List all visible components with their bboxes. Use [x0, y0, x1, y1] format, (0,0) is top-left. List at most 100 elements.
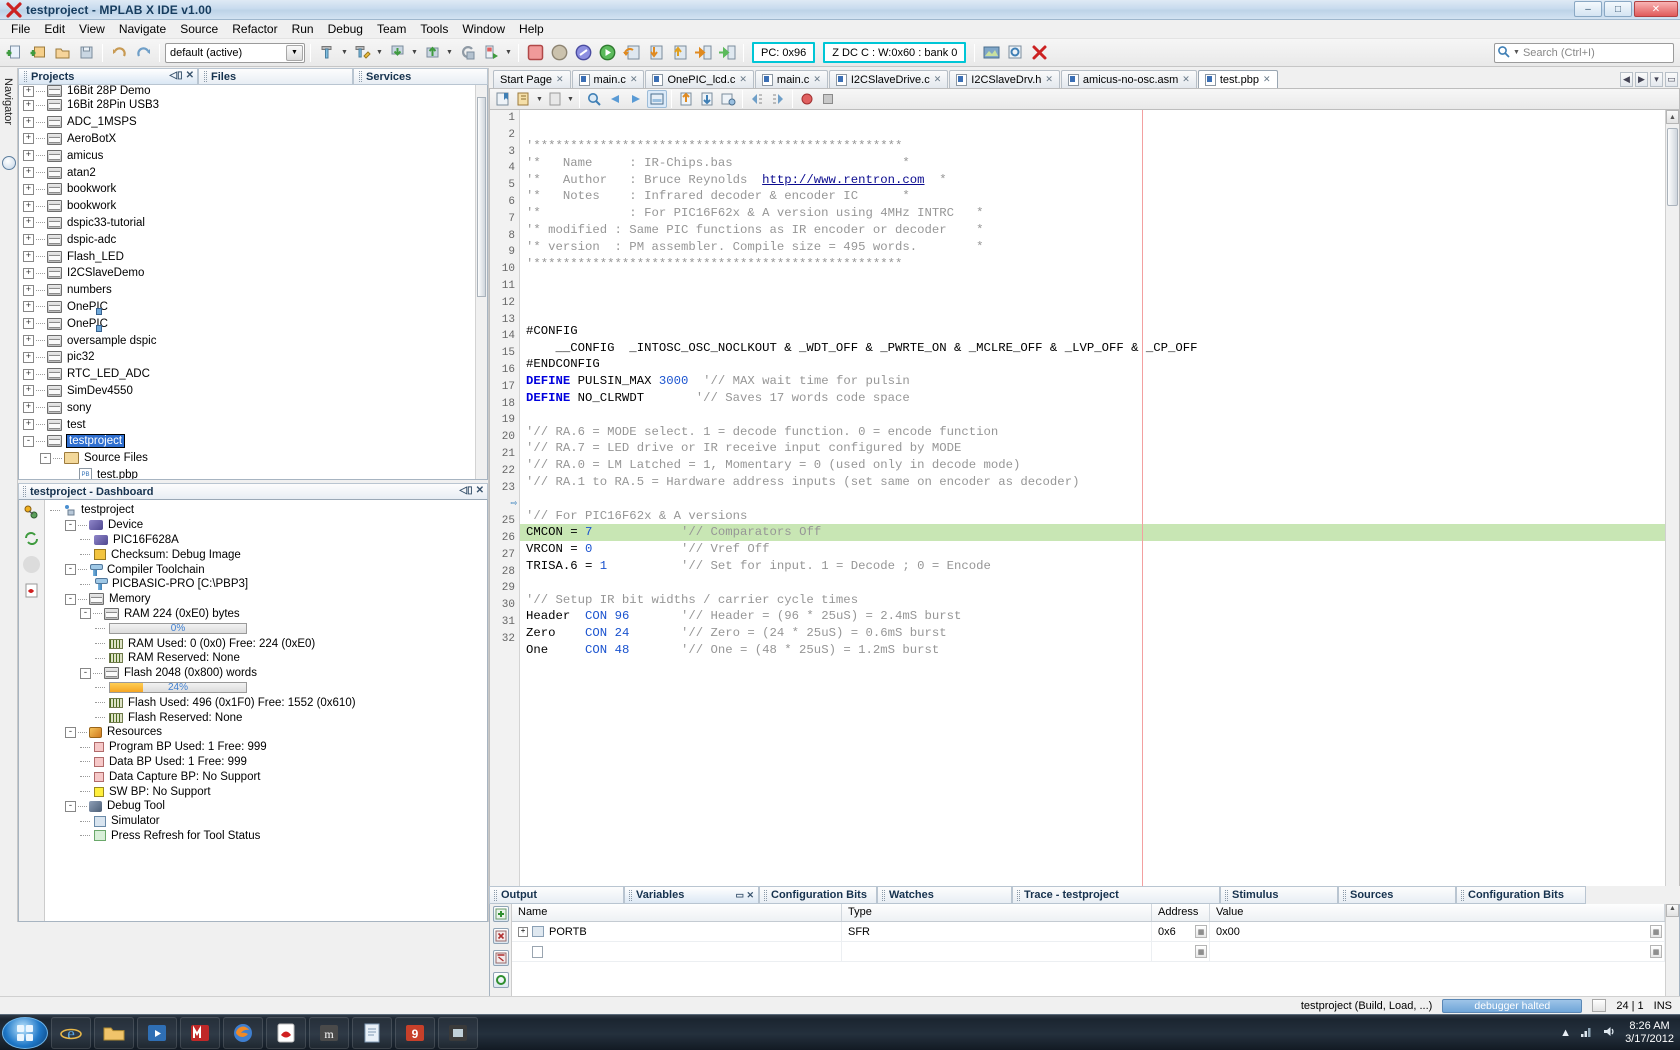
- tree-expander-icon[interactable]: +: [23, 86, 34, 97]
- set-pc-at-cursor-icon[interactable]: [716, 42, 738, 64]
- bottom-tab-variables[interactable]: Variables▭ ✕: [624, 886, 759, 904]
- code-line[interactable]: Zero CON 24 '// Zero = (24 * 25uS) = 0.6…: [520, 625, 1665, 642]
- shift-right-icon[interactable]: [697, 90, 717, 108]
- bottom-tab-sources[interactable]: Sources: [1338, 886, 1456, 904]
- tree-expander-icon[interactable]: -: [23, 436, 34, 447]
- editor-tab-test-pbp[interactable]: test.pbp✕: [1198, 70, 1278, 88]
- maximize-editor-icon[interactable]: ▭: [1665, 72, 1678, 87]
- project-tree-row[interactable]: +ADC_1MSPS: [19, 114, 487, 131]
- dashboard-close-icon[interactable]: ✕: [476, 485, 484, 496]
- close-button[interactable]: ✕: [1634, 1, 1678, 17]
- dashboard-tree[interactable]: testproject-DevicePIC16F628AChecksum: De…: [45, 500, 487, 921]
- step-out-icon[interactable]: [668, 42, 690, 64]
- dashboard-expander-icon[interactable]: -: [65, 727, 76, 738]
- code-line[interactable]: '* Author : Bruce Reynolds http://www.re…: [520, 172, 1665, 189]
- code-line[interactable]: '// RA.0 = LM Latched = 1, Momentary = 0…: [520, 457, 1665, 474]
- code-line[interactable]: __CONFIG _INTOSC_OSC_NOCLKOUT & _WDT_OFF…: [520, 340, 1665, 357]
- toggle-bookmark-icon[interactable]: [493, 90, 513, 108]
- program-dropdown-icon[interactable]: ▼: [445, 42, 454, 64]
- dashboard-tree-row[interactable]: Simulator: [48, 814, 487, 829]
- pickit-taskbar-icon[interactable]: 9: [395, 1017, 435, 1049]
- refresh-debug-icon[interactable]: [456, 42, 478, 64]
- reset-dropdown-icon[interactable]: ▼: [504, 42, 513, 64]
- code-line[interactable]: '* Notes : Infrared decoder & encoder IC…: [520, 188, 1665, 205]
- left-panel-tabs[interactable]: Projects ◁▯ ✕ Files Services: [18, 68, 488, 85]
- project-tree-row[interactable]: +Flash_LED: [19, 248, 487, 265]
- redo-icon[interactable]: [132, 42, 154, 64]
- close-tab-icon[interactable]: ✕: [1263, 74, 1271, 85]
- pdf-datasheet-icon[interactable]: [23, 582, 40, 599]
- menu-bar[interactable]: File Edit View Navigate Source Refactor …: [0, 20, 1680, 39]
- code-line[interactable]: CMCON = 7 '// Comparators Off: [520, 524, 1665, 541]
- code-line[interactable]: [520, 306, 1665, 323]
- tree-expander-icon[interactable]: +: [23, 133, 34, 144]
- run-to-cursor-icon[interactable]: [692, 42, 714, 64]
- memory-view-icon[interactable]: [980, 42, 1002, 64]
- project-tree-row[interactable]: -testproject: [19, 433, 487, 450]
- stop-debug-icon[interactable]: [1028, 42, 1050, 64]
- project-tree-row[interactable]: +OnePIC: [19, 315, 487, 332]
- tree-expander-icon[interactable]: +: [23, 117, 34, 128]
- find-previous-icon[interactable]: [605, 90, 625, 108]
- projects-scrollbar-thumb[interactable]: [477, 97, 486, 297]
- mplab-taskbar-icon[interactable]: [180, 1017, 220, 1049]
- dashboard-tree-row[interactable]: Program BP Used: 1 Free: 999: [48, 740, 487, 755]
- hold-in-reset-icon[interactable]: [480, 42, 502, 64]
- dashboard-tree-row[interactable]: Flash Used: 496 (0x1F0) Free: 1552 (0x61…: [48, 695, 487, 710]
- close-tab-icon[interactable]: ✕: [630, 74, 638, 85]
- make-dropdown-icon[interactable]: ▼: [410, 42, 419, 64]
- project-tree-row[interactable]: +oversample dspic: [19, 332, 487, 349]
- halt-icon[interactable]: [524, 42, 546, 64]
- dashboard-tree-row[interactable]: -Memory: [48, 592, 487, 607]
- minimize-button[interactable]: –: [1574, 1, 1602, 17]
- tree-expander-icon[interactable]: +: [23, 100, 34, 111]
- maximize-button[interactable]: □: [1604, 1, 1632, 17]
- project-tree-row[interactable]: PBtest.pbp: [19, 467, 487, 480]
- code-line[interactable]: '* : For PIC16F62x & A version using 4MH…: [520, 205, 1665, 222]
- tree-expander-icon[interactable]: +: [23, 301, 34, 312]
- dashboard-header-buttons[interactable]: ◁▯ ✕: [459, 485, 484, 496]
- dashboard-tree-row[interactable]: -Compiler Toolchain: [48, 562, 487, 577]
- stop-icon[interactable]: [818, 90, 838, 108]
- dashboard-tree-row[interactable]: PIC16F628A: [48, 533, 487, 548]
- bottom-tab-stimulus[interactable]: Stimulus: [1220, 886, 1338, 904]
- search-input-placeholder[interactable]: Search (Ctrl+I): [1523, 47, 1595, 59]
- project-tree-row[interactable]: +dspic-adc: [19, 231, 487, 248]
- explorer-taskbar-icon[interactable]: [94, 1017, 134, 1049]
- dashboard-tree-row[interactable]: RAM Used: 0 (0x0) Free: 224 (0xE0): [48, 636, 487, 651]
- new-file-icon[interactable]: [3, 42, 25, 64]
- project-tree-row[interactable]: +16Bit 28Pin USB3: [19, 97, 487, 114]
- project-tree-row[interactable]: +test: [19, 416, 487, 433]
- dashboard-tree-row[interactable]: -Device: [48, 518, 487, 533]
- minimize-panel-icon[interactable]: ◁▯: [169, 70, 182, 81]
- project-tree-row[interactable]: +RTC_LED_ADC: [19, 366, 487, 383]
- address-edit-icon[interactable]: ▦: [1195, 945, 1207, 958]
- pause-icon[interactable]: [548, 42, 570, 64]
- dashboard-expander-icon[interactable]: -: [80, 668, 91, 679]
- clean-build-dropdown-icon[interactable]: ▼: [375, 42, 384, 64]
- next-bookmark-icon[interactable]: [545, 90, 565, 108]
- menu-item-window[interactable]: Window: [455, 20, 512, 38]
- toggle-breakpoint-icon[interactable]: [797, 90, 817, 108]
- tree-expander-icon[interactable]: +: [23, 217, 34, 228]
- menu-item-debug[interactable]: Debug: [321, 20, 370, 38]
- editor-scrollbar-thumb[interactable]: [1667, 128, 1678, 206]
- find-selection-icon[interactable]: [584, 90, 604, 108]
- editor-vertical-scrollbar[interactable]: ▲ ▼: [1665, 110, 1679, 921]
- configuration-combobox[interactable]: default (active) ▼: [165, 43, 305, 63]
- tree-expander-icon[interactable]: +: [23, 402, 34, 413]
- menu-item-navigate[interactable]: Navigate: [112, 20, 173, 38]
- dashboard-tree-row[interactable]: Data BP Used: 1 Free: 999: [48, 755, 487, 770]
- dashboard-tree-row[interactable]: -RAM 224 (0xE0) bytes: [48, 607, 487, 622]
- new-project-icon[interactable]: [27, 42, 49, 64]
- tab-scroll-left-icon[interactable]: ◀: [1620, 72, 1633, 87]
- tree-expander-icon[interactable]: +: [23, 201, 34, 212]
- editor-tab-main-c[interactable]: main.c✕: [572, 70, 645, 88]
- close-tab-icon[interactable]: ✕: [813, 74, 821, 85]
- comment-icon[interactable]: [718, 90, 738, 108]
- tree-expander-icon[interactable]: +: [23, 184, 34, 195]
- previous-error-icon[interactable]: [747, 90, 767, 108]
- column-header-name[interactable]: Name: [512, 904, 842, 921]
- undo-icon[interactable]: [108, 42, 130, 64]
- code-line[interactable]: '* Name : IR-Chips.bas *: [520, 155, 1665, 172]
